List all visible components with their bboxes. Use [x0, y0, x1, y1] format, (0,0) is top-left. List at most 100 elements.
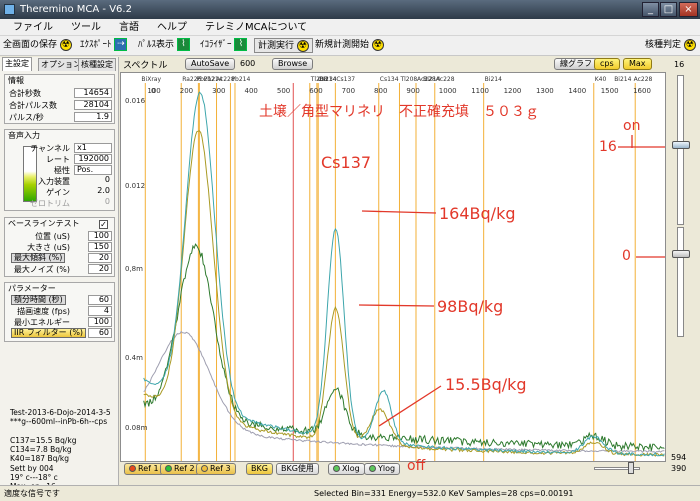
spectrum-plot[interactable]: BiXray Ra226 Pb212 Pb214 Ac228 Pb214 Tl208 Bi21…: [120, 72, 666, 462]
vertical-zoom-slider[interactable]: [677, 75, 684, 225]
x-tick-label-14: 1500: [601, 87, 619, 95]
spectrum-toolbar: スペクトル AutoSave 600 Browse 線グラフ cps Max: [120, 57, 666, 72]
annotation-0: 0: [622, 248, 631, 264]
export-button[interactable]: ｴｸｽﾎﾟｰﾄ ⇢: [80, 38, 128, 53]
close-button[interactable]: ×: [679, 2, 698, 17]
tab-nuclide-settings[interactable]: 核種設定: [78, 58, 116, 71]
export-icon: ⇢: [114, 38, 128, 51]
annotation-155: 15.5Bq/kg: [445, 375, 527, 394]
nuclide-id-button[interactable]: 核種判定 ☢: [645, 38, 696, 53]
offset-thumb[interactable]: [672, 250, 690, 258]
size-value[interactable]: 150: [88, 242, 112, 252]
ref2-label: Ref 2: [174, 464, 195, 473]
max-button[interactable]: Max: [623, 58, 652, 70]
baseline-checkbox[interactable]: ✓: [99, 220, 108, 229]
ref1-led-icon: [129, 465, 136, 472]
maximize-button[interactable]: □: [660, 2, 677, 17]
nuclide-label-17: Bi214: [614, 76, 631, 83]
x-tick-label-10: 1100: [471, 87, 489, 95]
rate-select[interactable]: 192000: [74, 154, 112, 164]
menu-language[interactable]: 言語: [110, 19, 148, 36]
y-tick-label-4: 0.08m: [125, 424, 148, 432]
ref2-button[interactable]: Ref 2: [160, 463, 200, 475]
x-tick-label-9: 1000: [439, 87, 457, 95]
autosave-button[interactable]: AutoSave: [185, 58, 236, 70]
browse-button[interactable]: Browse: [272, 58, 314, 70]
draw-speed-label: 描画速度 (fps): [17, 307, 70, 316]
pulses-per-second-value: 1.9: [74, 112, 112, 122]
selection-status: Selected Bin=331 Energy=532.0 KeV Sample…: [314, 489, 574, 498]
menu-help[interactable]: ヘルプ: [148, 19, 196, 36]
position-value[interactable]: 100: [88, 231, 112, 241]
radiation-icon: ☢: [683, 38, 696, 51]
x-tick-label-7: 800: [374, 87, 387, 95]
ref1-button[interactable]: Ref 1: [124, 463, 164, 475]
x-tick-label-1: 200: [180, 87, 193, 95]
right-sliders-panel: 16 594 390: [666, 57, 700, 485]
nuclide-label-0: BiXray: [141, 76, 161, 83]
channel-select[interactable]: x1: [74, 143, 112, 153]
max-noise-value[interactable]: 20: [88, 264, 112, 274]
nuclide-id-label: 核種判定: [645, 40, 682, 50]
annotation-98: 98Bq/kg: [437, 297, 504, 316]
size-label: 大きさ (uS): [27, 243, 70, 252]
app-window: Theremino MCA - V6.2 _ □ × ファイル ツール 言語 ヘルプテ…: [0, 0, 700, 501]
horizontal-slider-thumb[interactable]: [628, 462, 634, 474]
xlog-button[interactable]: Xlog: [328, 463, 365, 475]
menu-file[interactable]: ファイル: [4, 19, 62, 36]
bkg-button[interactable]: BKG: [246, 463, 273, 475]
nuclide-label-16: K40: [595, 76, 607, 83]
nuclide-label-5: Pb214: [231, 76, 250, 83]
gain-value: 2.0: [97, 186, 110, 195]
polarity-label: 極性: [54, 166, 70, 175]
minimize-button[interactable]: _: [642, 2, 659, 17]
cps-button[interactable]: cps: [594, 58, 620, 70]
run-measure-label: 計測実行: [258, 41, 295, 51]
equalizer-button[interactable]: ｲｺﾗｲｻﾞｰ ⌇: [200, 38, 248, 53]
x-tick-label-3: 400: [245, 87, 258, 95]
save-all-button[interactable]: 全画面の保存 ☢: [3, 38, 72, 53]
max-slope-button[interactable]: 最大傾斜 (%): [11, 253, 66, 263]
integration-time-value[interactable]: 60: [88, 295, 112, 305]
polarity-select[interactable]: Pos.: [74, 165, 112, 175]
x-tick-label-2: 300: [212, 87, 225, 95]
max-slope-value[interactable]: 20: [88, 253, 112, 263]
annotation-cs137: Cs137: [321, 153, 372, 172]
integration-time-button[interactable]: 積分時間 (秒): [11, 295, 66, 305]
save-all-label: 全画面の保存: [3, 40, 58, 50]
x-tick-label-6: 700: [342, 87, 355, 95]
iir-filter-value[interactable]: 60: [88, 328, 112, 338]
app-icon: [4, 4, 15, 15]
ylog-label: Ylog: [378, 464, 396, 473]
equalizer-icon: ⌇: [234, 38, 248, 51]
x-tick-label-4: 500: [277, 87, 290, 95]
spectrum-label: スペクトル: [123, 61, 168, 71]
audio-input-title: 音声入力: [8, 131, 40, 140]
x-tick-label-12: 1300: [536, 87, 554, 95]
run-measure-button[interactable]: 計測実行 ☢: [254, 38, 313, 53]
bkg-use-button[interactable]: BKG使用: [276, 463, 319, 475]
draw-speed-value[interactable]: 4: [88, 306, 112, 316]
min-energy-value[interactable]: 100: [88, 317, 112, 327]
settings-panel: 主設定 オプション 核種設定 情報 合計秒数 14654 合計パルス数 28104 …: [0, 57, 119, 501]
autosave-value[interactable]: 600: [240, 59, 255, 68]
annotation-on: on: [623, 118, 641, 134]
spectrum-chart: BiXray Ra226Pb212Pb214Ac228Pb214 Tl208Bi21…: [121, 73, 665, 461]
pulse-display-button[interactable]: ﾊﾟﾙｽ表示 ⌇: [138, 38, 190, 53]
menu-tools[interactable]: ツール: [62, 19, 110, 36]
ref3-button[interactable]: Ref 3: [196, 463, 236, 475]
tab-main-settings[interactable]: 主設定: [2, 57, 32, 71]
plot-controls-bar: Ref 1 Ref 2 Ref 3 BKG BKG使用 Xlog Ylog of…: [120, 458, 666, 476]
menu-about[interactable]: テレミノMCAについて: [196, 19, 316, 36]
nuclide-label-18: Ac228: [634, 76, 653, 83]
y-tick-label-3: 0.4m: [125, 354, 143, 362]
iir-filter-button[interactable]: IIR フィルター (%): [11, 328, 87, 338]
vertical-zoom-thumb[interactable]: [672, 141, 690, 149]
new-measure-button[interactable]: 新規計測開始 ☢: [315, 38, 384, 53]
ylog-button[interactable]: Ylog: [364, 463, 401, 475]
signal-status: 適度な信号です: [4, 489, 60, 498]
ylog-led-icon: [369, 465, 376, 472]
radiation-icon: ☢: [59, 38, 72, 51]
offset-slider[interactable]: [677, 227, 684, 337]
graph-type-button[interactable]: 線グラフ: [554, 58, 598, 70]
